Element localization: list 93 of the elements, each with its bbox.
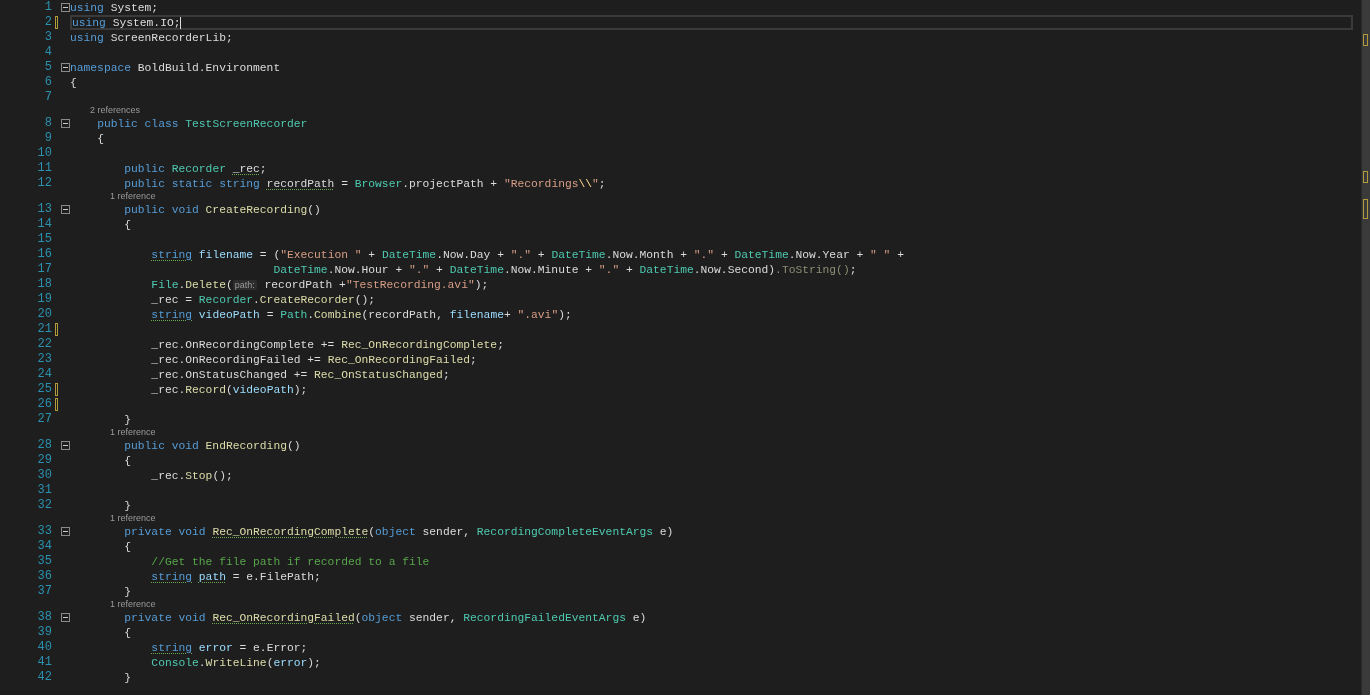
collapse-icon[interactable]	[60, 63, 70, 72]
line-number: 32	[36, 498, 52, 513]
references-codelens[interactable]: 1 reference	[110, 513, 156, 524]
collapse-icon[interactable]	[60, 205, 70, 214]
code-line: public class TestScreenRecorder	[96, 116, 308, 131]
line-number: 9	[43, 131, 52, 146]
line-number: 28	[36, 438, 52, 453]
line-number: 25	[36, 382, 52, 397]
line-number: 18	[36, 277, 52, 292]
line-number: 1	[43, 0, 52, 15]
code-line: namespace BoldBuild.Environment	[70, 60, 281, 75]
code-line: using ScreenRecorderLib;	[70, 30, 233, 45]
code-line: string videoPath = Path.Combine(recordPath, filename+ ".avi");	[150, 307, 572, 322]
line-number: 22	[36, 337, 52, 352]
line-number: 23	[36, 352, 52, 367]
code-line: _rec = Recorder.CreateRecorder();	[150, 292, 376, 307]
code-line: _rec.OnStatusChanged += Rec_OnStatusChanged;	[150, 367, 450, 382]
change-marker	[1363, 171, 1368, 183]
code-line: public void CreateRecording()	[123, 202, 321, 217]
collapse-icon[interactable]	[60, 527, 70, 536]
line-number: 26	[36, 397, 52, 412]
line-number: 12	[36, 176, 52, 191]
code-line: _rec.Record(videoPath);	[150, 382, 308, 397]
code-line: }	[123, 498, 131, 513]
code-line: {	[70, 75, 77, 90]
line-number: 33	[36, 524, 52, 539]
code-line: DateTime.Now.Hour + "." + DateTime.Now.Minute + "." + DateTime.Now.Second).ToString();	[272, 262, 857, 277]
code-line: private void Rec_OnRecordingFailed(object sender, RecordingFailedEventArgs e)	[123, 610, 647, 625]
line-number: 37	[36, 584, 52, 599]
change-marker	[1363, 199, 1368, 219]
line-number: 30	[36, 468, 52, 483]
code-line: }	[123, 412, 131, 427]
line-number: 31	[36, 483, 52, 498]
collapse-icon[interactable]	[60, 3, 70, 12]
line-number: 7	[43, 90, 52, 105]
line-number: 6	[43, 75, 52, 90]
references-codelens[interactable]: 1 reference	[110, 599, 156, 610]
line-number: 10	[36, 146, 52, 161]
code-line: _rec.OnRecordingFailed += Rec_OnRecordingFailed;	[150, 352, 477, 367]
line-number: 36	[36, 569, 52, 584]
line-number: 13	[36, 202, 52, 217]
line-number: 4	[43, 45, 52, 60]
line-number: 14	[36, 217, 52, 232]
line-number: 41	[36, 655, 52, 670]
code-line: string filename = ("Execution " + DateTime.Now.Day + "." + DateTime.Now.Month + "." + DateTime.Now.Year + " " +	[150, 247, 904, 262]
code-line: {	[123, 625, 131, 640]
line-number: 11	[36, 161, 52, 176]
line-number: 29	[36, 453, 52, 468]
code-line: _rec.Stop();	[150, 468, 233, 483]
code-line: string error = e.Error;	[150, 640, 308, 655]
line-number: 24	[36, 367, 52, 382]
line-number: 5	[43, 60, 52, 75]
line-number: 39	[36, 625, 52, 640]
line-number: 16	[36, 247, 52, 262]
code-line: public static string recordPath = Browser.projectPath + "Recordings\\";	[123, 176, 606, 191]
code-line: {	[123, 217, 131, 232]
code-line: public void EndRecording()	[123, 438, 301, 453]
code-line: }	[123, 670, 131, 685]
references-codelens[interactable]: 2 references	[90, 105, 141, 116]
line-number: 21	[36, 322, 52, 337]
code-line: {	[123, 453, 131, 468]
line-number: 40	[36, 640, 52, 655]
text-cursor	[180, 16, 182, 29]
code-line: Console.WriteLine(error);	[150, 655, 321, 670]
line-number: 15	[36, 232, 52, 247]
change-marker	[1363, 34, 1368, 46]
line-number: 42	[36, 670, 52, 685]
collapse-icon[interactable]	[60, 441, 70, 450]
code-line: public Recorder _rec;	[123, 161, 267, 176]
line-number: 20	[36, 307, 52, 322]
collapse-icon[interactable]	[60, 119, 70, 128]
code-line: {	[123, 539, 131, 554]
line-number: 35	[36, 554, 52, 569]
references-codelens[interactable]: 1 reference	[110, 427, 156, 438]
code-line: using System;	[70, 0, 159, 15]
code-line: using System.IO;	[72, 15, 181, 30]
code-line: private void Rec_OnRecordingComplete(object sender, RecordingCompleteEventArgs e)	[123, 524, 674, 539]
references-codelens[interactable]: 1 reference	[110, 191, 156, 202]
code-line: }	[123, 584, 131, 599]
line-number: 8	[43, 116, 52, 131]
line-number: 34	[36, 539, 52, 554]
line-number: 3	[43, 30, 52, 45]
code-line: string path = e.FilePath;	[150, 569, 321, 584]
line-number: 2	[43, 15, 52, 30]
line-number: 17	[36, 262, 52, 277]
code-line: File.Delete( path: recordPath +"TestRecording.avi");	[150, 277, 489, 292]
line-number: 27	[36, 412, 52, 427]
line-number: 38	[36, 610, 52, 625]
code-line: _rec.OnRecordingComplete += Rec_OnRecordingComplete;	[150, 337, 504, 352]
line-number: 19	[36, 292, 52, 307]
code-line: //Get the file path if recorded to a file	[150, 554, 430, 569]
code-line: {	[96, 131, 104, 146]
collapse-icon[interactable]	[60, 613, 70, 622]
